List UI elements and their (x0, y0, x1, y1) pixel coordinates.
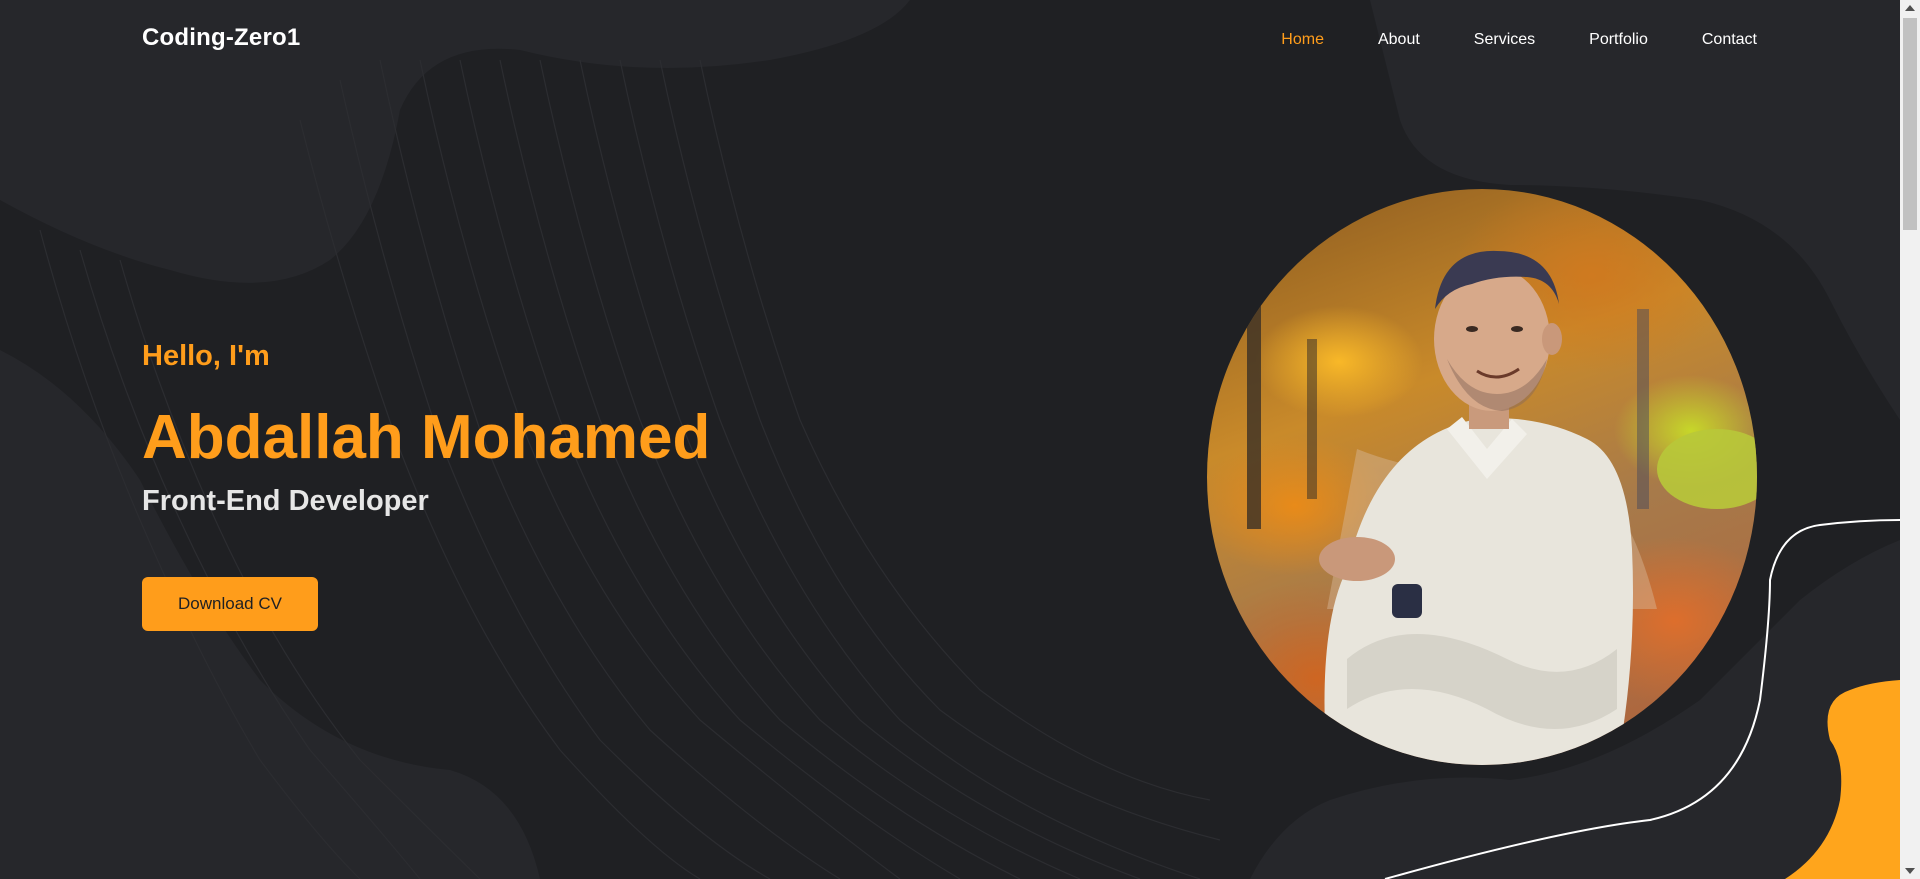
hero-name: Abdallah Mohamed (142, 403, 711, 472)
hero-greeting: Hello, I'm (142, 340, 270, 372)
download-cv-button[interactable]: Download CV (142, 577, 318, 631)
scroll-up-icon[interactable] (1905, 5, 1915, 11)
profile-photo (1207, 189, 1757, 765)
nav-link-home[interactable]: Home (1281, 31, 1324, 49)
nav-link-about[interactable]: About (1378, 31, 1420, 49)
nav-link-contact[interactable]: Contact (1702, 31, 1757, 49)
scroll-thumb[interactable] (1903, 18, 1917, 230)
site-logo[interactable]: Coding-Zero1 (142, 24, 300, 52)
page: Coding-Zero1 Home About Services Portfol… (0, 0, 1920, 879)
hero-role: Front-End Developer (142, 485, 429, 517)
navbar: Coding-Zero1 Home About Services Portfol… (0, 0, 1900, 80)
nav-link-services[interactable]: Services (1474, 31, 1535, 49)
scroll-down-icon[interactable] (1905, 868, 1915, 874)
hero-text: Hello, I'm Abdallah Mohamed Front-End De… (142, 340, 710, 517)
portrait-figure (1247, 250, 1757, 765)
page-scrollbar[interactable] (1900, 0, 1920, 879)
nav-links: Home About Services Portfolio Contact (1281, 31, 1757, 49)
nav-link-portfolio[interactable]: Portfolio (1589, 31, 1648, 49)
